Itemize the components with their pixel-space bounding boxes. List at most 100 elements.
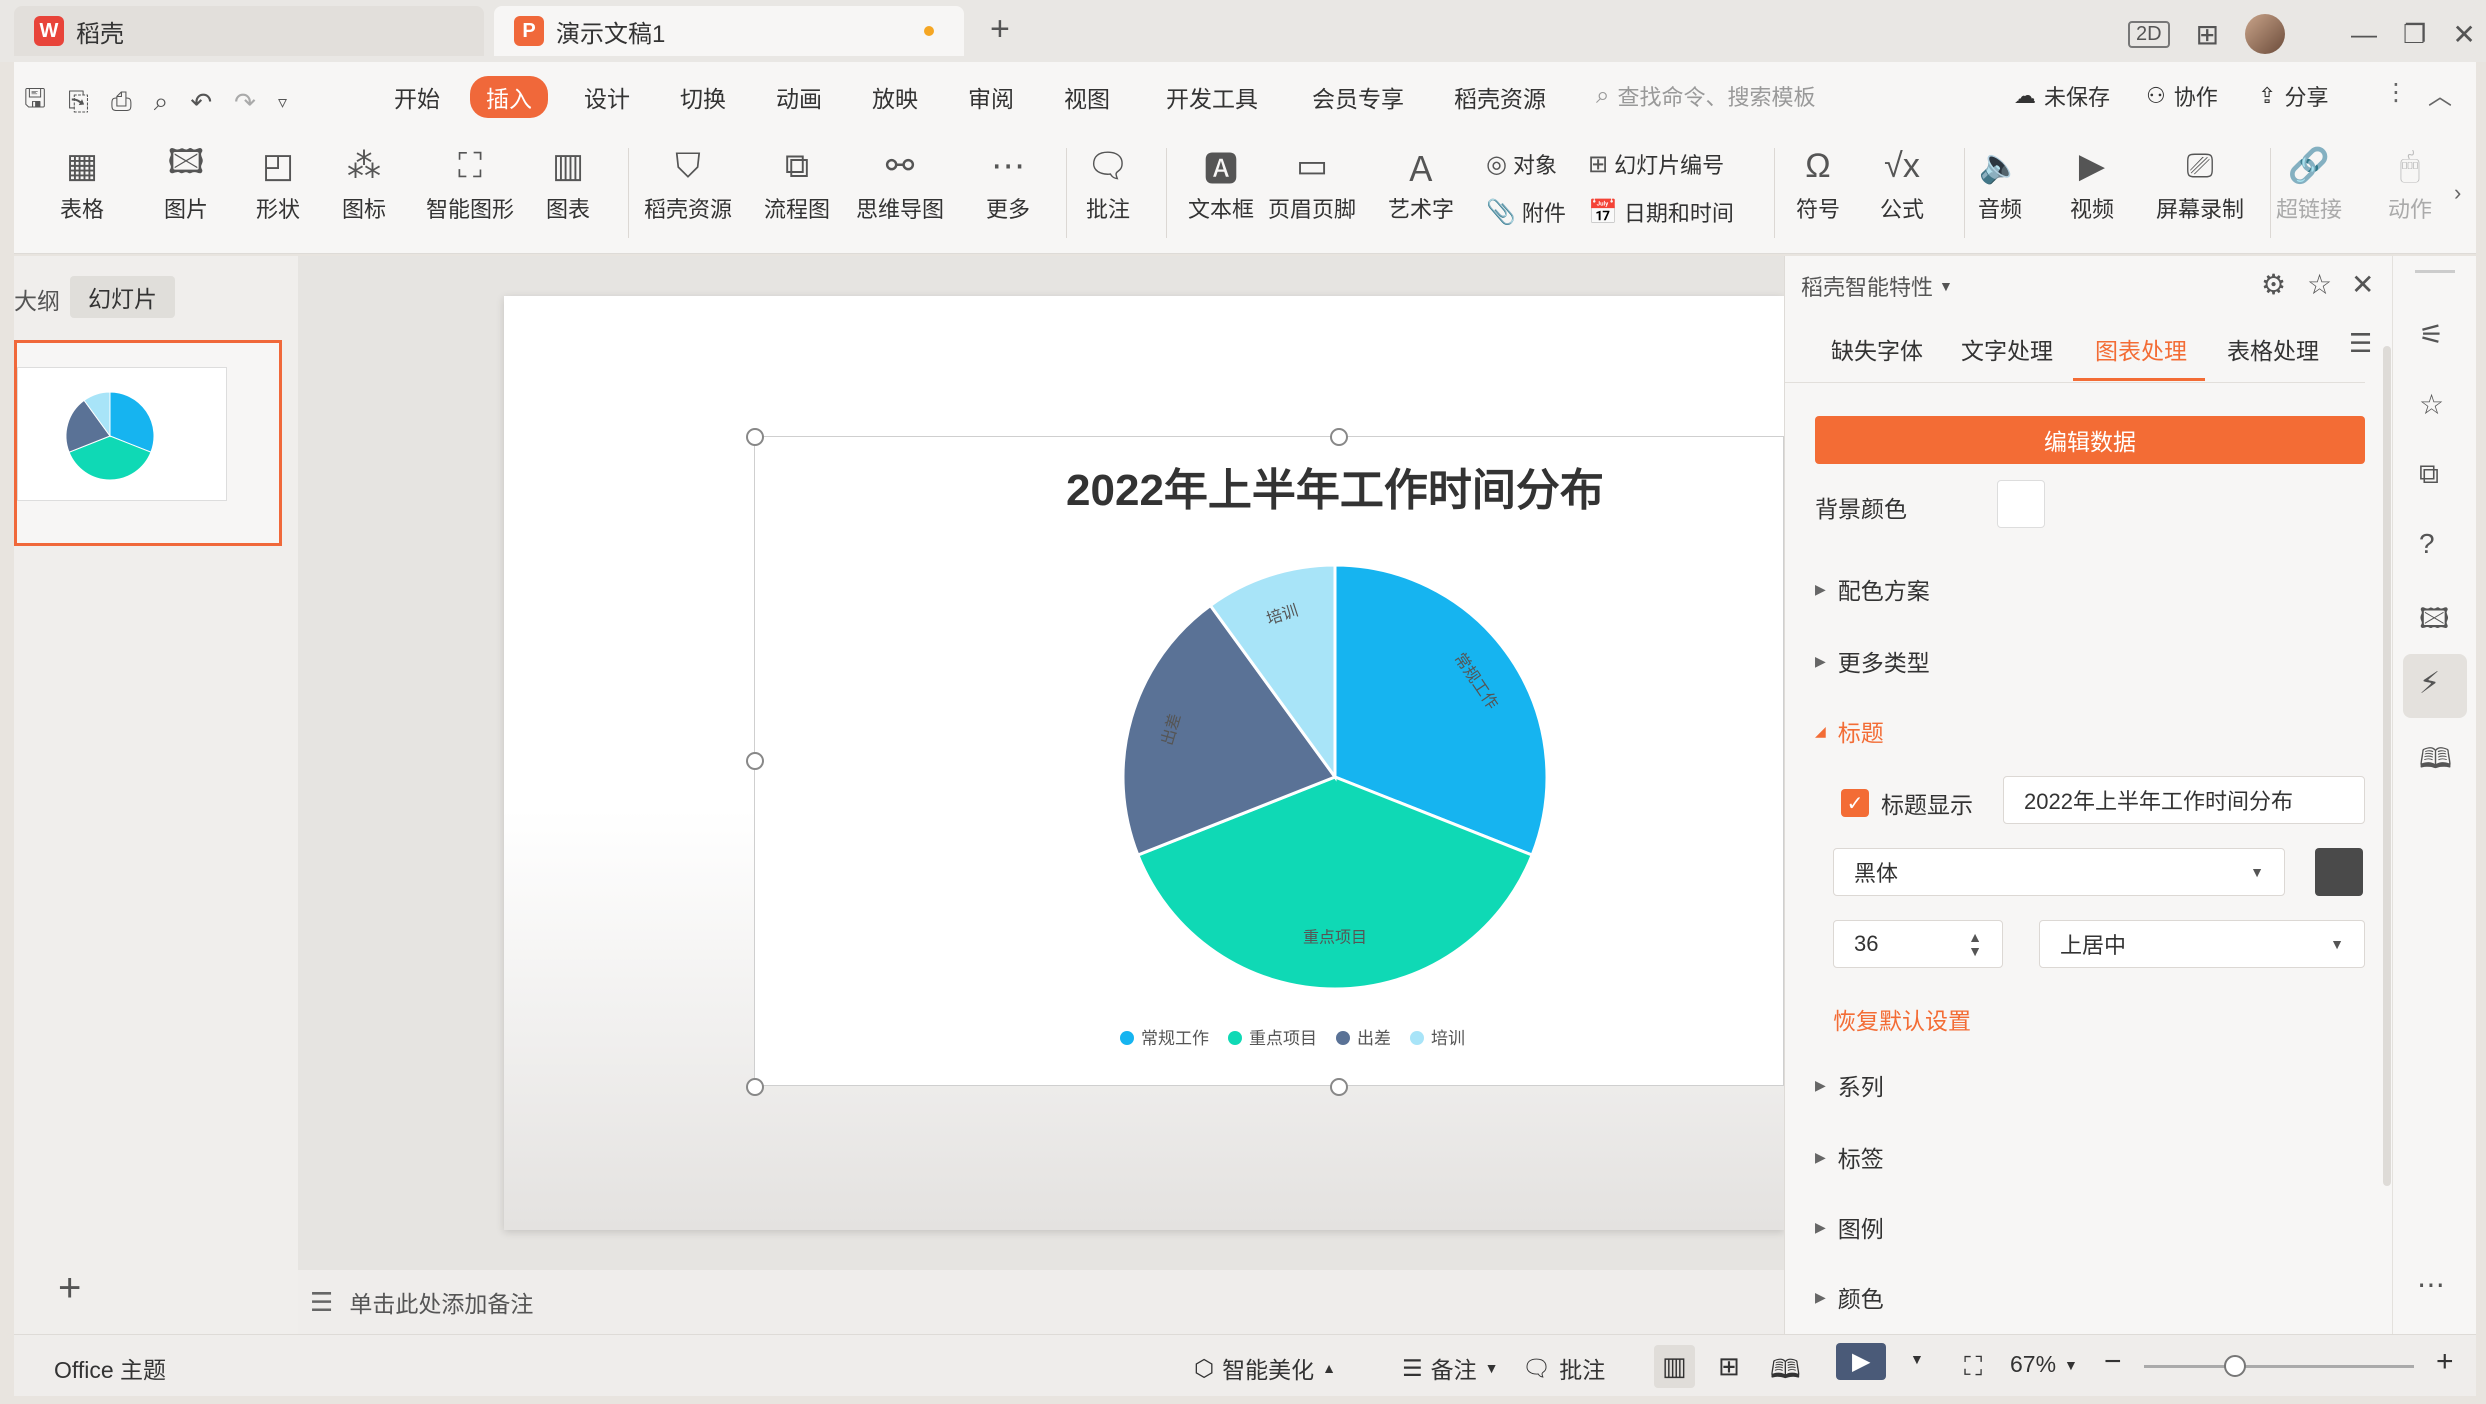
menu-design[interactable]: 设计 [584, 80, 630, 114]
menu-view[interactable]: 视图 [1064, 80, 1110, 114]
ribbon-scroll-right-icon[interactable]: › [2454, 180, 2461, 206]
comment-button[interactable]: 🗨 批注 [1084, 140, 1132, 224]
zoom-slider-thumb[interactable] [2224, 1355, 2246, 1377]
title-text-input[interactable]: 2022年上半年工作时间分布 [2003, 776, 2365, 824]
smart-graphic-button[interactable]: ⛶ 智能图形 [426, 140, 514, 224]
docer-resources-button[interactable]: ⛉ 稻壳资源 [644, 140, 732, 224]
grid-apps-icon[interactable]: ⊞ [2196, 18, 2219, 51]
tab-outline[interactable]: 大纲 [14, 282, 60, 316]
section-color[interactable]: ▶ 颜色 [1815, 1280, 1884, 1314]
bg-color-swatch[interactable] [1997, 480, 2045, 528]
play-slideshow-button[interactable]: ▶ [1836, 1343, 1887, 1380]
slide[interactable]: 2022年上半年工作时间分布 常规工作 重点项目 出差 培训 常规工作 重点项目 出差 培训 [504, 296, 1784, 1230]
section-color-scheme[interactable]: ▶ 配色方案 [1815, 572, 1930, 606]
zoom-select[interactable]: 67% ▼ [2010, 1351, 2078, 1378]
formula-button[interactable]: √x 公式 [1878, 140, 1926, 224]
flowchart-button[interactable]: ⧉ 流程图 [764, 140, 830, 224]
help-icon[interactable]: ? [2419, 528, 2435, 560]
title-show-checkbox[interactable]: ✓ 标题显示 [1841, 786, 1973, 820]
resize-handle-top[interactable] [1330, 428, 1348, 446]
menu-docer-resources[interactable]: 稻壳资源 [1454, 80, 1546, 114]
zoom-out-button[interactable]: − [2104, 1345, 2122, 1379]
redo-icon[interactable]: ↷ [234, 87, 256, 118]
section-series[interactable]: ▶ 系列 [1815, 1068, 1884, 1102]
slides-icon[interactable]: ⧉ [2419, 458, 2439, 491]
audio-button[interactable]: 🔈 音频 [1976, 140, 2024, 224]
menu-slideshow[interactable]: 放映 [872, 80, 918, 114]
smart-features-icon[interactable]: ⚡ [2419, 666, 2440, 701]
menu-animation[interactable]: 动画 [776, 80, 822, 114]
fit-window-icon[interactable]: ⛶ [1964, 1351, 1982, 1383]
tab-text-processing[interactable]: 文字处理 [1961, 332, 2053, 366]
more-vertical-icon[interactable]: ⋮ [2384, 78, 2408, 107]
layout-2d-icon[interactable]: 2D [2128, 20, 2170, 48]
close-icon[interactable]: ✕ [2452, 18, 2475, 51]
comments-toggle-button[interactable]: 🗨 批注 [1522, 1351, 1605, 1385]
notes-area[interactable]: ☰ 单击此处添加备注 [298, 1270, 1784, 1334]
slide-sorter-icon[interactable]: ⊞ [1718, 1351, 1740, 1382]
preview-icon[interactable]: ⌕ [154, 86, 169, 118]
normal-view-icon[interactable]: ▥ [1654, 1345, 1695, 1388]
save-icon[interactable]: 🖫 [24, 80, 46, 124]
collaborate-button[interactable]: ⚇ 协作 [2146, 80, 2218, 112]
collapse-ribbon-icon[interactable]: ︿ [2428, 76, 2452, 111]
export-icon[interactable]: ⎘ [68, 86, 89, 118]
share-button[interactable]: ⇪ 分享 [2258, 80, 2328, 112]
table-button[interactable]: ▦ 表格 [58, 140, 106, 224]
hyperlink-button[interactable]: 🔗 超链接 [2276, 140, 2342, 224]
icon-button[interactable]: ⁂ 图标 [340, 140, 388, 224]
close-panel-icon[interactable]: ✕ [2351, 268, 2374, 301]
add-slide-button[interactable]: + [58, 1266, 81, 1311]
symbol-button[interactable]: Ω 符号 [1794, 140, 1842, 224]
unsaved-status[interactable]: ☁ 未保存 [2014, 80, 2110, 112]
more-horizontal-icon[interactable]: ⋯ [2417, 1268, 2445, 1301]
font-select[interactable]: 黑体 ▼ [1833, 848, 2285, 896]
panel-header[interactable]: 稻壳智能特性 ▼ [1801, 270, 1953, 302]
gear-icon[interactable]: ⚙ [2261, 268, 2286, 301]
font-color-swatch[interactable] [2315, 848, 2363, 896]
tab-chart-processing[interactable]: 图表处理 [2095, 332, 2187, 366]
notes-toggle-button[interactable]: ☰ 备注 ▼ [1402, 1351, 1498, 1385]
command-search[interactable]: ⌕ 查找命令、搜索模板 [1596, 80, 1815, 112]
resize-handle-bottom-left[interactable] [746, 1078, 764, 1096]
new-tab-button[interactable]: + [990, 10, 1010, 49]
tab-slides[interactable]: 幻灯片 [70, 276, 175, 318]
section-more-types[interactable]: ▶ 更多类型 [1815, 644, 1930, 678]
menu-transition[interactable]: 切换 [680, 80, 726, 114]
drag-handle[interactable] [2415, 270, 2455, 273]
reset-default-link[interactable]: 恢复默认设置 [1833, 1002, 1971, 1036]
tab-document[interactable]: P 演示文稿1 [494, 6, 964, 56]
pin-icon[interactable]: ☆ [2307, 268, 2332, 301]
object-button[interactable]: ◎ 对象 [1486, 148, 1557, 180]
section-title[interactable]: ◢ 标题 [1815, 714, 1884, 748]
edit-data-button[interactable]: 编辑数据 [1815, 416, 2365, 464]
screen-record-button[interactable]: ⎚ 屏幕录制 [2156, 140, 2244, 224]
menu-review[interactable]: 审阅 [968, 80, 1014, 114]
header-footer-button[interactable]: ▭ 页眉页脚 [1268, 140, 1356, 224]
attachment-button[interactable]: 📎 附件 [1486, 196, 1566, 228]
pie-chart[interactable]: 2022年上半年工作时间分布 常规工作重点项目出差培训 常规工作 重点项目 出差 培训 [755, 437, 1785, 1087]
font-size-stepper[interactable]: 36 ▲ ▼ [1833, 920, 2003, 968]
section-labels[interactable]: ▶ 标签 [1815, 1140, 1884, 1174]
play-options-icon[interactable]: ▼ [1910, 1351, 1924, 1367]
textbox-button[interactable]: 🅰 文本框 [1188, 140, 1254, 224]
date-time-button[interactable]: 📅 日期和时间 [1588, 196, 1734, 228]
chart-button[interactable]: ▥ 图表 [544, 140, 592, 224]
image-edit-icon[interactable]: 🖾 [2419, 598, 2449, 646]
wordart-button[interactable]: Ａ 艺术字 [1388, 140, 1454, 224]
tab-missing-fonts[interactable]: 缺失字体 [1831, 332, 1923, 366]
customize-toolbar-icon[interactable]: ▿ [278, 92, 287, 113]
shape-button[interactable]: ◰ 形状 [254, 140, 302, 224]
title-position-select[interactable]: 上居中 ▼ [2039, 920, 2365, 968]
slide-number-button[interactable]: ⊞ 幻灯片编号 [1588, 148, 1724, 180]
theme-label[interactable]: Office 主题 [54, 1351, 166, 1385]
tab-table-processing[interactable]: 表格处理 [2227, 332, 2319, 366]
smart-beautify-button[interactable]: ⬡ 智能美化 ▲ [1194, 1351, 1336, 1385]
action-button[interactable]: 🖱 动作 [2386, 140, 2434, 224]
reading-view-icon[interactable]: 🕮 [1770, 1351, 1801, 1395]
section-legend[interactable]: ▶ 图例 [1815, 1210, 1884, 1244]
mindmap-button[interactable]: ⚯ 思维导图 [856, 140, 944, 224]
avatar[interactable] [2245, 14, 2286, 54]
minimize-icon[interactable]: — [2351, 19, 2377, 50]
zoom-in-button[interactable]: + [2436, 1345, 2454, 1379]
